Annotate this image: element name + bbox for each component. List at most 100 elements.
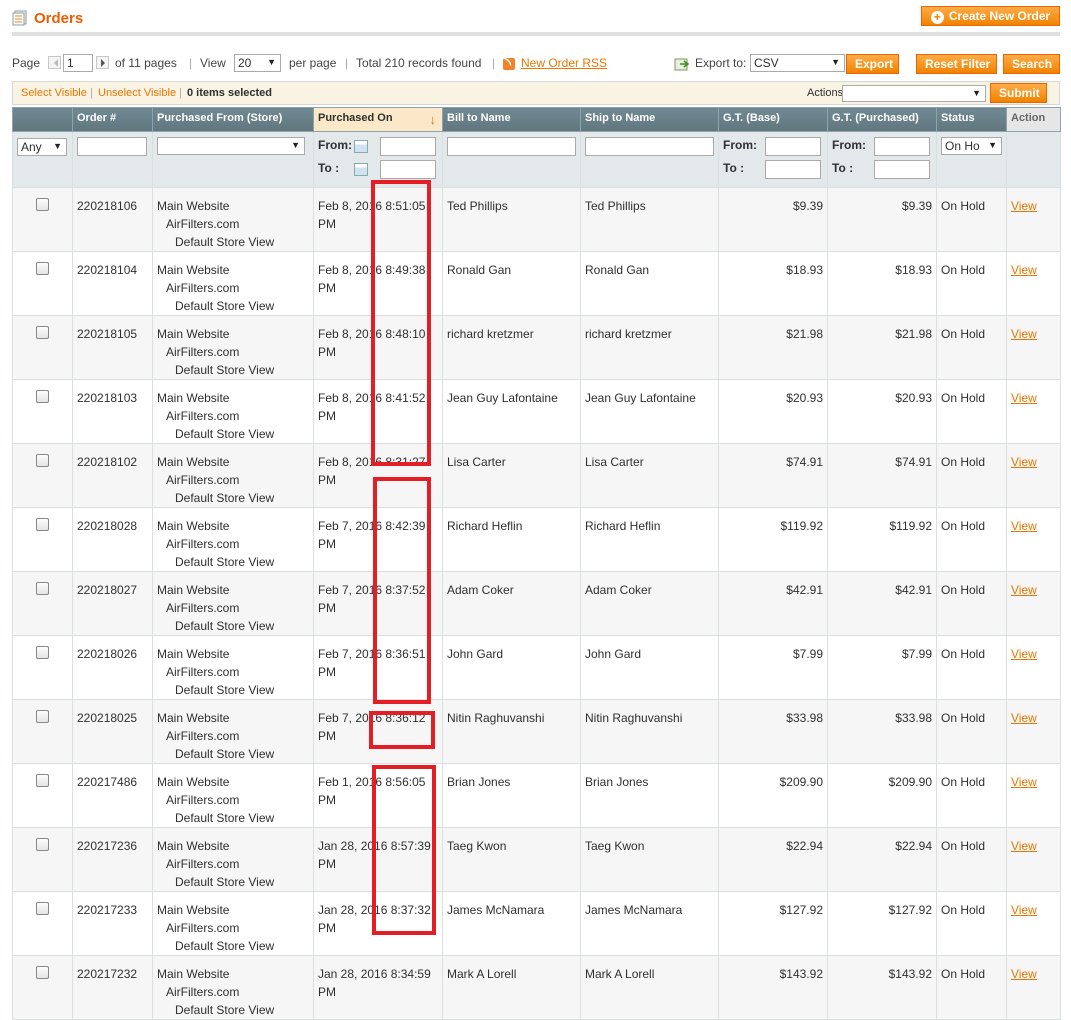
table-row[interactable]: 220218103 Main Website AirFilters.com Defau… xyxy=(12,379,1061,444)
column-header-ship-to[interactable]: Ship to Name xyxy=(580,107,719,132)
table-row[interactable]: 220218106 Main Website AirFilters.com Defau… xyxy=(12,187,1061,252)
export-label: Export to: xyxy=(695,56,747,70)
massaction-filter-select[interactable]: Any xyxy=(17,138,67,156)
column-header-store[interactable]: Purchased From (Store) xyxy=(152,107,314,132)
table-row[interactable]: 220217232 Main Website AirFilters.com Defau… xyxy=(12,955,1061,1020)
table-row[interactable]: 220218102 Main Website AirFilters.com Defau… xyxy=(12,443,1061,508)
store-view: Default Store View xyxy=(175,747,275,761)
create-new-order-button[interactable]: + Create New Order xyxy=(921,6,1060,26)
gt-base-to-input[interactable] xyxy=(765,160,821,179)
view-order-link[interactable]: View xyxy=(1011,647,1037,661)
table-row[interactable]: 220217233 Main Website AirFilters.com Defau… xyxy=(12,891,1061,956)
view-order-link[interactable]: View xyxy=(1011,839,1037,853)
view-order-link[interactable]: View xyxy=(1011,199,1037,213)
view-order-link[interactable]: View xyxy=(1011,903,1037,917)
column-header-gt-base[interactable]: G.T. (Base) xyxy=(718,107,828,132)
table-row[interactable]: 220218027 Main Website AirFilters.com Defau… xyxy=(12,571,1061,636)
prev-page-icon[interactable] xyxy=(48,56,61,69)
row-checkbox[interactable] xyxy=(36,198,49,211)
row-checkbox[interactable] xyxy=(36,454,49,467)
gt-purchased: $143.92 xyxy=(827,955,937,1020)
table-row[interactable]: 220218025 Main Website AirFilters.com Defau… xyxy=(12,699,1061,764)
gt-base-from-label: From: xyxy=(723,138,757,152)
table-row[interactable]: 220217236 Main Website AirFilters.com Defau… xyxy=(12,827,1061,892)
export-button[interactable]: Export xyxy=(846,54,899,74)
date-from-input[interactable] xyxy=(380,137,436,156)
gt-base: $9.39 xyxy=(718,187,828,252)
purchased-on-cell: Jan 28, 2016 8:34:59 PM xyxy=(313,955,443,1020)
unselect-visible-link[interactable]: Unselect Visible xyxy=(98,87,176,99)
view-order-link[interactable]: View xyxy=(1011,327,1037,341)
purchased-on-cell: Feb 1, 2016 8:56:05 PM xyxy=(313,763,443,828)
store-name: AirFilters.com xyxy=(166,601,240,615)
status-filter-select[interactable]: On Ho xyxy=(941,137,1002,155)
purchased-on-ampm: PM xyxy=(318,217,336,231)
gt-purchased-to-input[interactable] xyxy=(874,160,930,179)
row-checkbox[interactable] xyxy=(36,326,49,339)
purchased-on-date: Jan 28, 2016 8:57:39 xyxy=(318,839,431,853)
column-header-gt-purchased[interactable]: G.T. (Purchased) xyxy=(827,107,937,132)
purchased-on-cell: Feb 8, 2016 8:49:38 PM xyxy=(313,251,443,316)
total-records: Total 210 records found xyxy=(356,56,482,70)
export-format-select[interactable]: CSV xyxy=(750,54,845,72)
row-checkbox[interactable] xyxy=(36,390,49,403)
bill-to-filter-input[interactable] xyxy=(447,137,576,156)
row-checkbox[interactable] xyxy=(36,902,49,915)
store-filter-select[interactable] xyxy=(157,137,305,155)
column-header-purchased-on[interactable]: Purchased On ↓ xyxy=(313,107,443,132)
view-order-link[interactable]: View xyxy=(1011,391,1037,405)
column-header-order[interactable]: Order # xyxy=(72,107,153,132)
reset-filter-button[interactable]: Reset Filter xyxy=(916,54,997,74)
column-header-status[interactable]: Status xyxy=(936,107,1007,132)
store-view: Default Store View xyxy=(175,875,275,889)
row-checkbox[interactable] xyxy=(36,262,49,275)
gt-purchased-from-input[interactable] xyxy=(874,137,930,156)
actions-select[interactable] xyxy=(842,85,986,102)
row-checkbox[interactable] xyxy=(36,838,49,851)
calendar-from-icon[interactable] xyxy=(354,140,368,153)
store-view: Default Store View xyxy=(175,491,275,505)
order-status: On Hold xyxy=(936,891,1007,956)
row-checkbox[interactable] xyxy=(36,966,49,979)
gt-purchased: $7.99 xyxy=(827,635,937,700)
select-visible-link[interactable]: Select Visible xyxy=(21,87,87,99)
ship-to-name: Lisa Carter xyxy=(580,443,719,508)
action-cell: View xyxy=(1006,891,1061,956)
new-order-rss-link[interactable]: New Order RSS xyxy=(521,56,607,70)
ship-to-filter-input[interactable] xyxy=(585,137,714,156)
table-row[interactable]: 220218104 Main Website AirFilters.com Defau… xyxy=(12,251,1061,316)
per-page-select[interactable]: 20 xyxy=(234,54,281,72)
table-row[interactable]: 220218105 Main Website AirFilters.com Defau… xyxy=(12,315,1061,380)
row-checkbox[interactable] xyxy=(36,582,49,595)
view-order-link[interactable]: View xyxy=(1011,519,1037,533)
order-filter-input[interactable] xyxy=(77,137,147,156)
purchased-on-ampm: PM xyxy=(318,985,336,999)
next-page-icon[interactable] xyxy=(96,56,109,69)
table-row[interactable]: 220218028 Main Website AirFilters.com Defau… xyxy=(12,507,1061,572)
row-checkbox[interactable] xyxy=(36,774,49,787)
gt-base-from-input[interactable] xyxy=(765,137,821,156)
view-order-link[interactable]: View xyxy=(1011,775,1037,789)
view-order-link[interactable]: View xyxy=(1011,967,1037,981)
view-order-link[interactable]: View xyxy=(1011,455,1037,469)
orders-icon xyxy=(12,10,27,26)
view-order-link[interactable]: View xyxy=(1011,711,1037,725)
calendar-to-icon[interactable] xyxy=(354,163,368,176)
row-checkbox-cell xyxy=(12,955,73,1020)
view-order-link[interactable]: View xyxy=(1011,583,1037,597)
bill-to-name: Lisa Carter xyxy=(442,443,581,508)
table-row[interactable]: 220217486 Main Website AirFilters.com Defau… xyxy=(12,763,1061,828)
table-row[interactable]: 220218026 Main Website AirFilters.com Defau… xyxy=(12,635,1061,700)
column-header-bill-to[interactable]: Bill to Name xyxy=(442,107,581,132)
view-order-link[interactable]: View xyxy=(1011,263,1037,277)
purchased-on-date: Feb 8, 2016 8:41:52 xyxy=(318,391,426,405)
bill-to-name: Brian Jones xyxy=(442,763,581,828)
date-to-input[interactable] xyxy=(380,160,436,179)
search-button[interactable]: Search xyxy=(1003,54,1060,74)
row-checkbox[interactable] xyxy=(36,710,49,723)
per-page-label: per page xyxy=(289,56,337,70)
submit-button[interactable]: Submit xyxy=(990,83,1047,103)
row-checkbox[interactable] xyxy=(36,646,49,659)
page-number-input[interactable]: 1 xyxy=(63,54,93,72)
row-checkbox[interactable] xyxy=(36,518,49,531)
